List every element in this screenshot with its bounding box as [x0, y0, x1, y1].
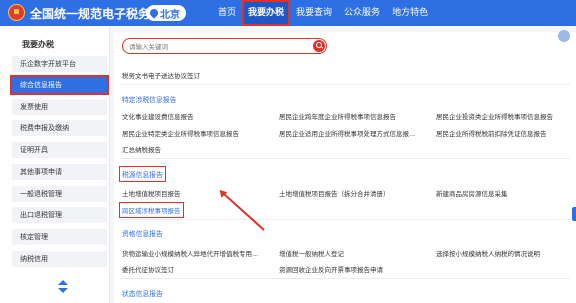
- main-panel: 税务文书电子送达协议签订 特定涉税信息报告 文化事业建设费信息报告 居民企业跨年…: [114, 32, 576, 303]
- user-avatar-icon[interactable]: [558, 30, 570, 42]
- nav-query[interactable]: 我要查询: [290, 0, 338, 26]
- floating-side-tab[interactable]: [572, 207, 576, 221]
- sidebar-item-invoice[interactable]: 发票使用: [12, 99, 107, 115]
- sidebar-item-info-report[interactable]: 综合信息报告: [10, 75, 109, 95]
- sidebar-title: 我要办税: [22, 40, 54, 49]
- link-new-housing[interactable]: 新建商品房房源信息采集: [436, 188, 508, 198]
- link-e-delivery[interactable]: 税务文书电子送达协议签订: [122, 70, 200, 80]
- link-processing-method[interactable]: 居民企业适用企业所得税事项处理方式信息报...: [279, 128, 415, 138]
- nav-public-service[interactable]: 公众服务: [338, 0, 386, 26]
- site-title: 全国统一规范电子税务局: [30, 7, 163, 21]
- region-label: 北京: [160, 9, 180, 21]
- sidebar-item-declare-pay[interactable]: 税费申报及缴纳: [12, 120, 107, 136]
- scroll-down-icon[interactable]: [58, 288, 68, 293]
- section-specific-info: 特定涉税信息报告: [122, 96, 177, 104]
- sidebar-item-certificate[interactable]: 证明开具: [12, 142, 107, 158]
- link-freight-vat[interactable]: 货物运输业小规模纳税人异地代开增值税专用...: [122, 248, 258, 258]
- link-small-scale[interactable]: 选择按小规模纳税人纳税的情况说明: [436, 248, 540, 258]
- nav-local-features[interactable]: 地方特色: [386, 0, 434, 26]
- sidebar-item-export-refund[interactable]: 出口退税管理: [12, 207, 107, 223]
- link-culture-fee[interactable]: 文化事业建设费信息报告: [122, 111, 194, 121]
- divider: [120, 84, 570, 85]
- link-recycling-reverse[interactable]: 资源回收企业反向开票事项报告申请: [279, 264, 383, 274]
- link-cross-region-report[interactable]: 跨区域涉税事项报告: [119, 202, 184, 218]
- link-general-taxpayer[interactable]: 增值税一般纳税人登记: [279, 248, 344, 258]
- link-specific-type[interactable]: 居民企业特定类企业所得税事项信息报告: [122, 128, 239, 138]
- section-status-info: 状态信息报告: [122, 290, 163, 298]
- link-land-vat-project[interactable]: 土地增值税项目报告: [122, 188, 181, 198]
- top-header: 全国统一规范电子税务局 北京 首页 我要办税 我要查询 公众服务 地方特色: [0, 0, 576, 26]
- sidebar-item-approval[interactable]: 核定管理: [12, 229, 107, 245]
- section-tax-source: 税源信息报告: [119, 166, 166, 182]
- link-deduction-voucher[interactable]: 居民企业所得税税前扣除凭证信息报告: [436, 128, 547, 138]
- tax-emblem-icon: [8, 4, 25, 21]
- scroll-up-icon[interactable]: [58, 280, 68, 285]
- divider: [120, 158, 570, 159]
- divider: [120, 278, 570, 279]
- search-box: [122, 38, 327, 54]
- sidebar-item-leqi[interactable]: 乐企数字开放平台: [12, 56, 107, 72]
- sidebar-item-other-apply[interactable]: 其他事项申请: [12, 164, 107, 180]
- search-icon[interactable]: [313, 40, 325, 52]
- link-investment[interactable]: 居民企业投资类企业所得税事项信息报告: [436, 111, 553, 121]
- main-nav: 首页 我要办税 我要查询 公众服务 地方特色: [212, 0, 434, 26]
- link-cross-year[interactable]: 居民企业跨年度企业所得税事项信息报告: [279, 111, 396, 121]
- nav-tax-handling[interactable]: 我要办税: [242, 0, 291, 26]
- sidebar-item-credit[interactable]: 纳税信用: [12, 251, 107, 267]
- link-entrusted-collection[interactable]: 委托代征协议签订: [122, 264, 174, 274]
- nav-home[interactable]: 首页: [212, 0, 242, 26]
- search-input[interactable]: [129, 41, 299, 52]
- region-selector[interactable]: 北京: [146, 5, 186, 21]
- link-land-vat-split[interactable]: 土地增值税项目报告（拆分合并清册）: [279, 188, 390, 198]
- link-consolidated[interactable]: 汇总纳税报告: [122, 144, 161, 154]
- section-qualification: 资格信息报告: [122, 230, 163, 238]
- location-pin-icon: [148, 7, 160, 19]
- annotation-arrow: [220, 190, 265, 231]
- divider: [120, 219, 570, 220]
- sidebar-item-refund[interactable]: 一般退税管理: [12, 186, 107, 202]
